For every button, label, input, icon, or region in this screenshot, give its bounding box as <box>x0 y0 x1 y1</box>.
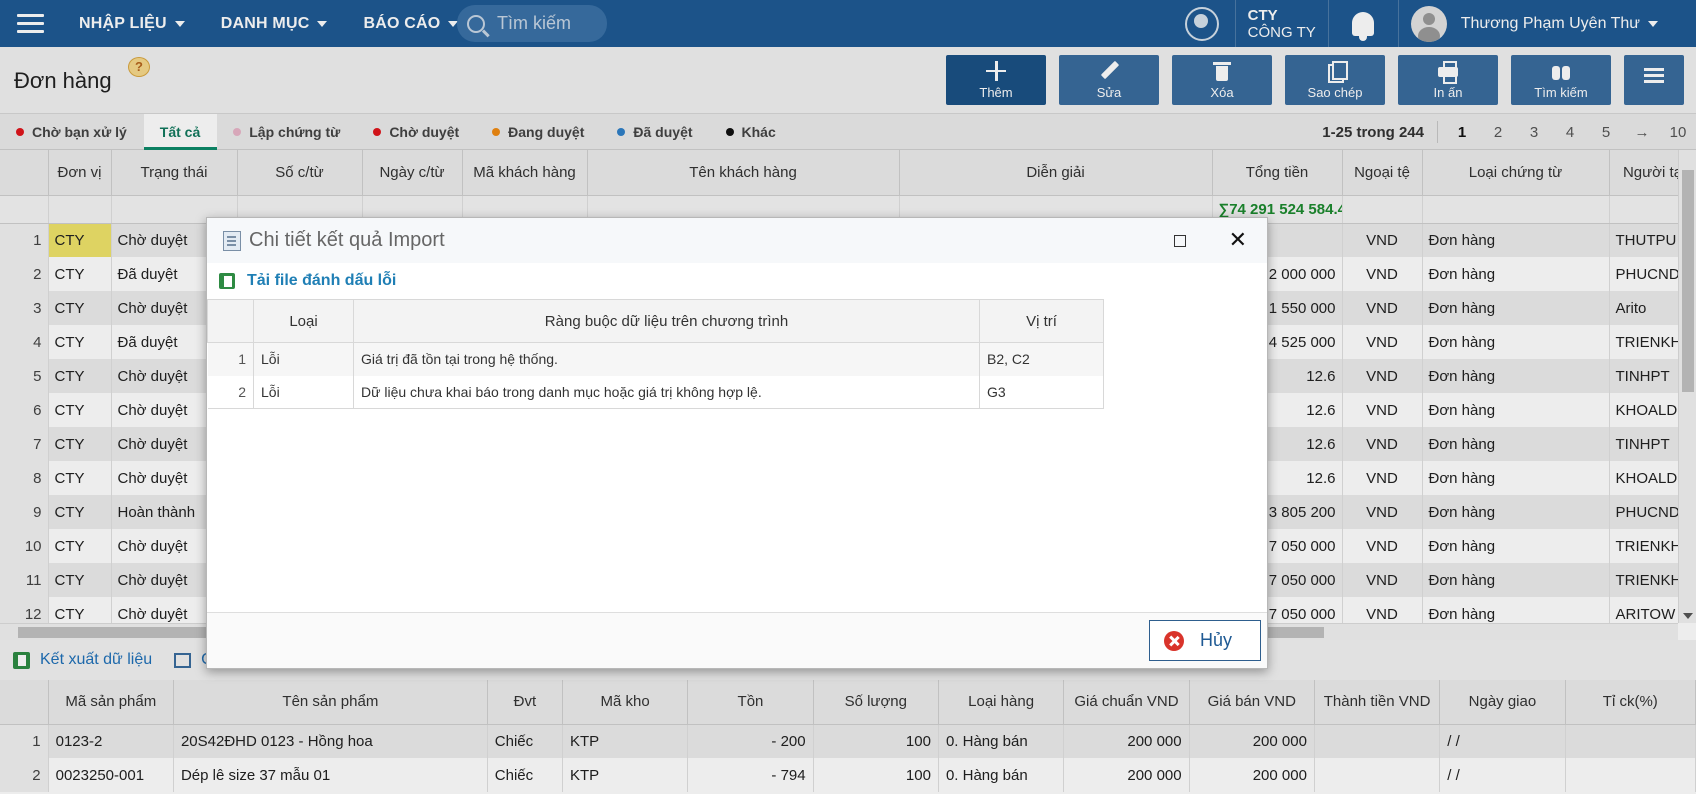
error-message: Giá trị đã tồn tại trong hệ thống. <box>353 342 980 376</box>
excel-icon <box>219 273 235 289</box>
download-error-file-link[interactable]: Tải file đánh dấu lỗi <box>207 263 1267 299</box>
error-header-row: Loại Ràng buộc dữ liệu trên chương trình… <box>207 299 1104 343</box>
column-header: Ràng buộc dữ liệu trên chương trình <box>353 299 980 343</box>
column-header-index <box>207 299 254 343</box>
table-row[interactable]: 2 Lỗi Dữ liệu chưa khai báo trong danh m… <box>207 375 1104 409</box>
maximize-icon[interactable] <box>1174 235 1186 247</box>
error-table: Loại Ràng buộc dữ liệu trên chương trình… <box>207 299 1104 409</box>
error-message: Dữ liệu chưa khai báo trong danh mục hoặ… <box>353 375 980 409</box>
column-header: Loại <box>253 299 354 343</box>
row-index: 1 <box>207 342 254 376</box>
dialog-header[interactable]: Chi tiết kết quả Import ✕ <box>207 218 1267 263</box>
error-type: Lỗi <box>253 375 354 409</box>
error-position: B2, C2 <box>979 342 1104 376</box>
document-icon <box>223 230 241 251</box>
download-link-label: Tải file đánh dấu lỗi <box>247 272 397 289</box>
cancel-label: Hủy <box>1200 630 1233 650</box>
close-icon[interactable]: ✕ <box>1229 228 1247 252</box>
cancel-button[interactable]: Hủy <box>1149 620 1261 661</box>
column-header: Vị trí <box>979 299 1104 343</box>
error-type: Lỗi <box>253 342 354 376</box>
dialog-title: Chi tiết kết quả Import <box>249 229 445 251</box>
cancel-icon <box>1164 630 1184 651</box>
dialog-footer: Hủy <box>207 612 1267 668</box>
error-position: G3 <box>979 375 1104 409</box>
row-index: 2 <box>207 375 254 409</box>
table-row[interactable]: 1 Lỗi Giá trị đã tồn tại trong hệ thống.… <box>207 342 1104 376</box>
import-result-dialog: Chi tiết kết quả Import ✕ Tải file đánh … <box>206 217 1268 669</box>
